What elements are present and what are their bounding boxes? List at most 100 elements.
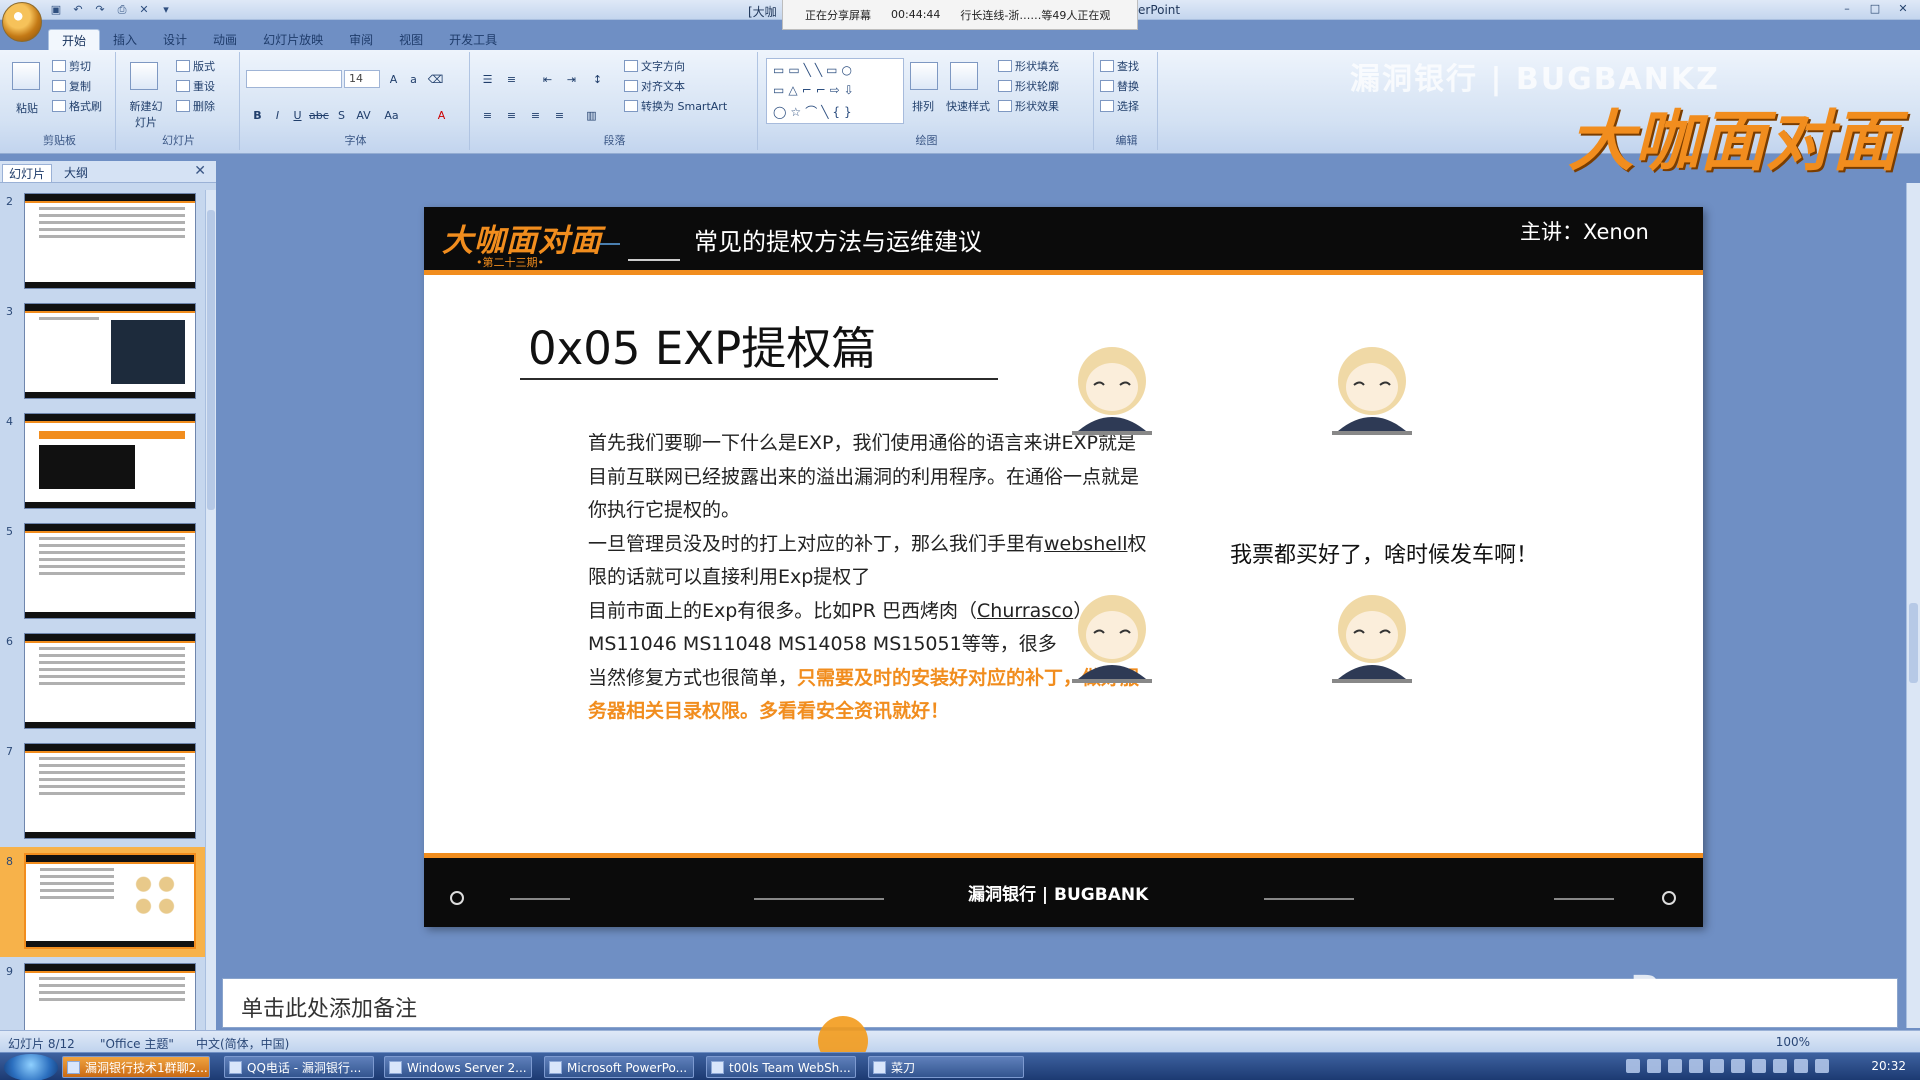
delete-slide-button[interactable]: 删除: [176, 98, 215, 114]
shape-effects-button[interactable]: 形状效果: [998, 98, 1059, 114]
keyboard-icon[interactable]: [1626, 1059, 1640, 1073]
format-painter-button[interactable]: 格式刷: [52, 98, 102, 114]
slide-thumbnail[interactable]: 7: [0, 737, 216, 847]
tab-developer[interactable]: 开发工具: [436, 29, 510, 51]
taskbar-item[interactable]: QQ电话 - 漏洞银行...: [224, 1056, 374, 1078]
replace-button[interactable]: 替换: [1100, 78, 1139, 94]
font-name-select[interactable]: [246, 70, 342, 88]
minimize-icon[interactable]: –: [1834, 0, 1860, 17]
tab-slideshow[interactable]: 幻灯片放映: [250, 29, 336, 51]
increase-indent-icon[interactable]: ⇥: [562, 70, 581, 88]
slide-thumbnail[interactable]: 5: [0, 517, 216, 627]
char-spacing-icon[interactable]: AV: [354, 106, 373, 124]
new-slide-icon[interactable]: [130, 62, 158, 90]
network-icon[interactable]: [1689, 1059, 1703, 1073]
decrease-indent-icon[interactable]: ⇤: [538, 70, 557, 88]
italic-icon[interactable]: I: [268, 106, 287, 124]
close-icon[interactable]: ✕: [1890, 0, 1916, 17]
slide-thumbnail-selected[interactable]: 8: [0, 847, 216, 957]
shape-outline-button[interactable]: 形状轮廓: [998, 78, 1059, 94]
shield-icon[interactable]: [1647, 1059, 1661, 1073]
quick-styles-icon[interactable]: [950, 62, 978, 90]
columns-icon[interactable]: ▥: [582, 106, 601, 124]
window-title-left: [大咖: [748, 5, 777, 19]
flag-icon[interactable]: [1773, 1059, 1787, 1073]
taskbar-item[interactable]: Microsoft PowerPo...: [544, 1056, 694, 1078]
tab-slides[interactable]: 幻灯片: [2, 164, 53, 182]
slide-canvas[interactable]: 大咖面对面 •第二十三期• 常见的提权方法与运维建议 主讲：Xenon 0x05…: [424, 207, 1703, 927]
font-size-select[interactable]: 14: [344, 70, 380, 88]
bold-icon[interactable]: B: [248, 106, 267, 124]
align-center-icon[interactable]: ≡: [502, 106, 521, 124]
slide-thumbnail[interactable]: 6: [0, 627, 216, 737]
shapes-gallery[interactable]: ▭▭╲╲▭○ ▭△⌐⌐⇨⇩ ◯☆⌒╲{}: [766, 58, 904, 124]
new-slide-button[interactable]: 新建幻灯片: [126, 98, 166, 130]
tab-outline[interactable]: 大纲: [58, 164, 94, 181]
shape-fill-button[interactable]: 形状填充: [998, 58, 1059, 74]
slide-thumbnail[interactable]: 2: [0, 187, 216, 297]
select-button[interactable]: 选择: [1100, 98, 1139, 114]
copy-button[interactable]: 复制: [52, 78, 91, 94]
shrink-font-icon[interactable]: a: [404, 70, 423, 88]
arrange-icon[interactable]: [910, 62, 938, 90]
print-icon[interactable]: ⎙: [114, 2, 130, 17]
app-icon[interactable]: [1668, 1059, 1682, 1073]
slide-thumbnail[interactable]: 3: [0, 297, 216, 407]
battery-icon[interactable]: [1752, 1059, 1766, 1073]
redo-icon[interactable]: ↷: [92, 2, 108, 17]
slide-thumbnail[interactable]: 4: [0, 407, 216, 517]
align-right-icon[interactable]: ≡: [526, 106, 545, 124]
volume-icon[interactable]: [1731, 1059, 1745, 1073]
bullets-icon[interactable]: ☰: [478, 70, 497, 88]
align-text-button[interactable]: 对齐文本: [624, 78, 685, 94]
text-direction-button[interactable]: 文字方向: [624, 58, 685, 74]
customize-qat-icon[interactable]: ▾: [158, 2, 174, 17]
tab-view[interactable]: 视图: [386, 29, 436, 51]
justify-icon[interactable]: ≡: [550, 106, 569, 124]
cut-button[interactable]: 剪切: [52, 58, 91, 74]
slide-thumbnail[interactable]: 9: [0, 957, 216, 1030]
tab-animations[interactable]: 动画: [200, 29, 250, 51]
undo-icon[interactable]: ↶: [70, 2, 86, 17]
convert-smartart-button[interactable]: 转换为 SmartArt: [624, 98, 727, 114]
taskbar-item[interactable]: t00ls Team WebSh...: [706, 1056, 856, 1078]
tab-home[interactable]: 开始: [48, 29, 101, 51]
bluetooth-icon[interactable]: [1710, 1059, 1724, 1073]
thumbnail-scrollbar[interactable]: [205, 190, 216, 1030]
save-icon[interactable]: ▣: [48, 2, 64, 17]
reset-button[interactable]: 重设: [176, 78, 215, 94]
strikethrough-icon[interactable]: abc: [308, 106, 329, 124]
line-spacing-icon[interactable]: ↕: [588, 70, 607, 88]
change-case-icon[interactable]: Aa: [382, 106, 401, 124]
pane-close-icon[interactable]: ✕: [194, 163, 206, 179]
clock[interactable]: 20:32: [1871, 1059, 1906, 1073]
taskbar-item[interactable]: Windows Server 2...: [384, 1056, 532, 1078]
align-left-icon[interactable]: ≡: [478, 106, 497, 124]
taskbar-item[interactable]: 菜刀: [868, 1056, 1024, 1078]
clear-format-icon[interactable]: ⌫: [426, 70, 445, 88]
layout-button[interactable]: 版式: [176, 58, 215, 74]
tab-review[interactable]: 审阅: [336, 29, 386, 51]
maximize-icon[interactable]: □: [1862, 0, 1888, 17]
font-color-icon[interactable]: A: [432, 106, 451, 124]
numbering-icon[interactable]: ≡: [502, 70, 521, 88]
tab-design[interactable]: 设计: [150, 29, 200, 51]
quick-styles-button[interactable]: 快速样式: [946, 98, 990, 114]
start-button[interactable]: [4, 1054, 58, 1080]
find-button[interactable]: 查找: [1100, 58, 1139, 74]
slide-footer-bar: 漏洞银行 | BUGBANK: [424, 853, 1703, 927]
shadow-icon[interactable]: S: [332, 106, 351, 124]
arrange-button[interactable]: 排列: [912, 98, 934, 114]
zoom-level[interactable]: 100%: [1776, 1035, 1810, 1049]
taskbar-item[interactable]: 漏洞银行技术1群聊2...: [62, 1056, 210, 1078]
tab-insert[interactable]: 插入: [100, 29, 150, 51]
office-button[interactable]: [2, 2, 42, 42]
close-doc-icon[interactable]: ✕: [136, 2, 152, 17]
underline-icon[interactable]: U: [288, 106, 307, 124]
paste-button[interactable]: 粘贴: [16, 100, 38, 116]
paste-icon[interactable]: [12, 62, 40, 90]
editor-scrollbar[interactable]: [1906, 183, 1920, 1028]
grow-font-icon[interactable]: A: [384, 70, 403, 88]
display-icon[interactable]: [1794, 1059, 1808, 1073]
speaker-icon[interactable]: [1815, 1059, 1829, 1073]
